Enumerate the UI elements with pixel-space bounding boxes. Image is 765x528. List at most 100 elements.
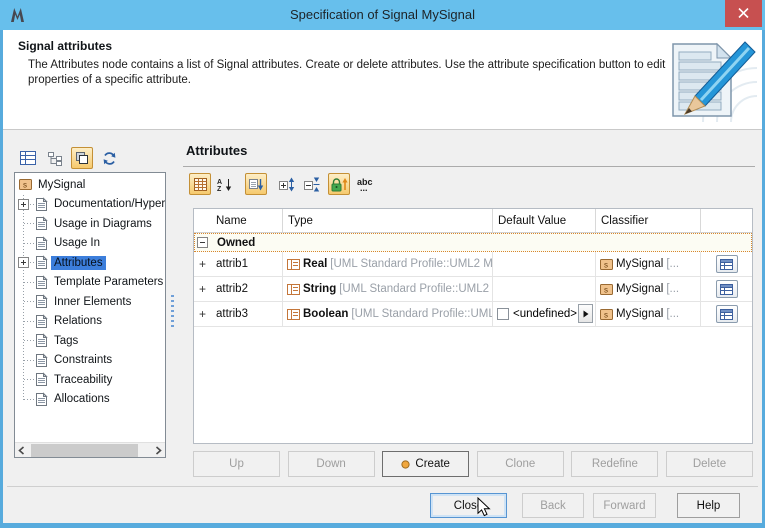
tree-item-attributes[interactable]: Attributes [15, 253, 165, 273]
tree-item-usage-in-diagrams[interactable]: Usage in Diagrams [15, 214, 165, 234]
table-group-row-owned[interactable]: Owned [194, 233, 752, 252]
cell-name[interactable]: attrib2 [211, 277, 283, 301]
open-specification-button[interactable] [716, 305, 738, 323]
tree-connector-stub [24, 379, 35, 380]
header-panel: Signal attributes The Attributes node co… [3, 30, 762, 130]
tree-connector-stub [24, 399, 35, 400]
row-expander-icon[interactable]: + [194, 302, 211, 326]
open-specification-button[interactable] [716, 280, 738, 298]
tree-view-icon [47, 151, 63, 166]
type-icon [287, 284, 300, 295]
tree-item-relations[interactable]: Relations [15, 312, 165, 332]
sort-alphabetic-icon: AZ [217, 177, 233, 192]
cell-default-value[interactable]: <undefined> [493, 302, 596, 326]
row-expander-icon[interactable]: + [194, 277, 211, 301]
open-specification-button[interactable] [716, 255, 738, 273]
svg-text:...: ... [360, 183, 368, 192]
table-row-attrib2[interactable]: +attrib2String[UML Standard Profile::UML… [194, 277, 752, 302]
column-header-name: Name [211, 209, 283, 232]
tree-item-tags[interactable]: Tags [15, 331, 165, 351]
table-view-button[interactable] [17, 147, 39, 169]
cell-default-value[interactable] [493, 277, 596, 301]
tree-view-button[interactable] [44, 147, 66, 169]
collapse-all-button[interactable] [300, 173, 322, 195]
tree-item-usage-in[interactable]: Usage In [15, 234, 165, 254]
redefine-button[interactable]: Redefine [571, 451, 658, 477]
cell-specification [701, 277, 752, 301]
sort-group-button[interactable] [245, 173, 267, 195]
table-row-attrib1[interactable]: +attrib1Real[UML Standard Profile::UML2 … [194, 252, 752, 277]
tree-connector-stub [24, 282, 35, 283]
table-view-icon [20, 151, 36, 165]
tree-item-inner-elements[interactable]: Inner Elements [15, 292, 165, 312]
filter-abc-icon: abc... [356, 176, 376, 192]
grid-view-button[interactable] [189, 173, 211, 195]
header-description-line1: The Attributes node contains a list of S… [28, 59, 665, 71]
down-button[interactable]: Down [288, 451, 375, 477]
scroll-left-icon[interactable] [18, 446, 25, 455]
group-collapse-icon[interactable] [197, 237, 208, 248]
tree-item-constraints[interactable]: Constraints [15, 351, 165, 371]
cell-type[interactable]: Real[UML Standard Profile::UML2 Meta... [283, 252, 493, 276]
close-window-button[interactable] [725, 0, 762, 27]
type-icon [287, 259, 300, 270]
button-label: Back [540, 500, 566, 512]
lock-sort-button[interactable] [328, 173, 350, 195]
back-button[interactable]: Back [522, 493, 584, 518]
clone-button[interactable]: Clone [477, 451, 564, 477]
tree-expander-icon[interactable] [18, 199, 29, 210]
spec-table-icon [720, 309, 733, 320]
tree-view-toolbar [17, 147, 120, 169]
tree-item-template-parameters[interactable]: Template Parameters [15, 273, 165, 293]
tree-connector-stub [24, 340, 35, 341]
tree-item-documentation-hyperlin[interactable]: Documentation/Hyperlin [15, 195, 165, 215]
table-header-row: NameTypeDefault ValueClassifier [194, 209, 752, 233]
document-icon [35, 353, 48, 368]
scrollbar-thumb[interactable] [31, 444, 138, 457]
tree-item-label: Relations [51, 314, 105, 328]
document-icon [35, 372, 48, 387]
table-row-attrib3[interactable]: +attrib3Boolean[UML Standard Profile::UM… [194, 302, 752, 327]
refresh-button[interactable] [98, 147, 120, 169]
expand-all-button[interactable] [275, 173, 297, 195]
type-name: Boolean [303, 308, 348, 320]
scroll-right-icon[interactable] [155, 446, 162, 455]
delete-button[interactable]: Delete [666, 451, 753, 477]
cell-default-value[interactable] [493, 252, 596, 276]
button-label: Up [229, 458, 244, 470]
type-detail: [UML Standard Profile::UML2 Me... [351, 308, 493, 320]
document-icon [35, 216, 48, 231]
filter-abc-button[interactable]: abc... [355, 173, 377, 195]
cell-type[interactable]: Boolean[UML Standard Profile::UML2 Me... [283, 302, 493, 326]
undefined-checkbox[interactable] [497, 308, 509, 320]
composite-view-button[interactable] [71, 147, 93, 169]
cell-type[interactable]: String[UML Standard Profile::UML2 Meta..… [283, 277, 493, 301]
forward-button[interactable]: Forward [593, 493, 656, 518]
tree-item-mysignal[interactable]: sMySignal [15, 175, 165, 195]
attributes-action-buttons: Up Down Create Clone Redefine Delete [193, 451, 753, 477]
up-button[interactable]: Up [193, 451, 280, 477]
tree-horizontal-scrollbar[interactable] [15, 442, 165, 457]
button-label: Create [415, 458, 450, 470]
help-button[interactable]: Help [677, 493, 740, 518]
row-expander-icon[interactable]: + [194, 252, 211, 276]
default-value-dropdown-button[interactable] [578, 304, 593, 323]
cell-classifier[interactable]: sMySignal[... [596, 277, 701, 301]
cell-name[interactable]: attrib3 [211, 302, 283, 326]
cell-classifier[interactable]: sMySignal[... [596, 252, 701, 276]
sort-group-icon [248, 177, 264, 192]
tree-expander-icon[interactable] [18, 257, 29, 268]
navigation-tree-panel: sMySignalDocumentation/HyperlinUsage in … [14, 172, 166, 458]
create-button[interactable]: Create [382, 451, 469, 477]
cell-classifier[interactable]: sMySignal[... [596, 302, 701, 326]
panel-splitter-handle[interactable] [171, 295, 174, 327]
sort-alphabetic-button[interactable]: AZ [214, 173, 236, 195]
tree-connector-stub [24, 223, 35, 224]
cell-name[interactable]: attrib1 [211, 252, 283, 276]
collapse-all-icon [303, 177, 320, 192]
tree-item-allocations[interactable]: Allocations [15, 390, 165, 410]
tree-item-traceability[interactable]: Traceability [15, 370, 165, 390]
header-title: Signal attributes [18, 39, 112, 53]
close-button[interactable]: Close [430, 493, 507, 518]
svg-text:s: s [604, 310, 608, 319]
